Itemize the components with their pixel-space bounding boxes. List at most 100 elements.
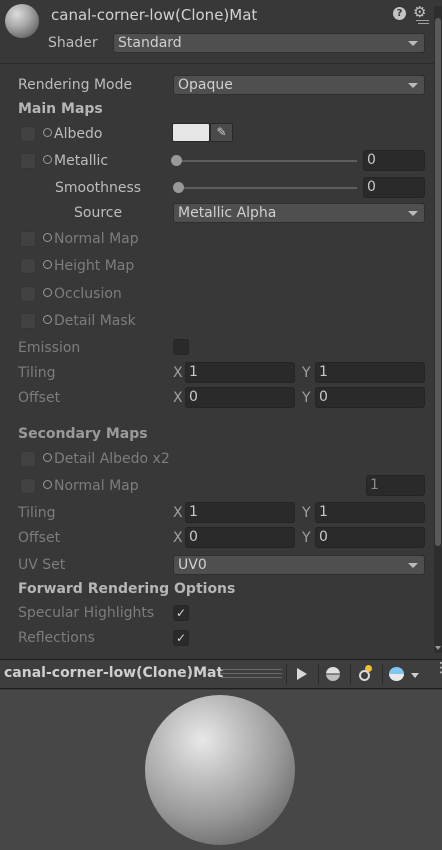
normal-map-texture-slot[interactable] (20, 231, 36, 247)
chevron-down-icon (408, 211, 418, 216)
sphere-shape-icon (326, 667, 340, 681)
skybox-icon (389, 667, 404, 681)
help-icon[interactable]: ? (393, 7, 406, 20)
offset-y-label: Y (302, 390, 311, 406)
source-value: Metallic Alpha (178, 205, 277, 221)
more-options-icon[interactable] (416, 20, 432, 28)
preview-more-menu-icon[interactable]: ⋮ (434, 661, 442, 683)
chevron-down-icon (408, 83, 418, 88)
emission-checkbox[interactable] (173, 339, 189, 355)
preview-lighting-button[interactable] (350, 664, 380, 684)
texture-picker-icon (43, 155, 52, 164)
height-map-label[interactable]: Height Map (43, 258, 134, 274)
eyedropper-icon[interactable]: ✎ (210, 123, 233, 142)
secondary-tiling-x-field[interactable]: 1 (185, 502, 295, 523)
secondary-normal-map-texture-slot[interactable] (20, 478, 36, 494)
preview-title: canal-corner-low(Clone)Mat (4, 665, 224, 681)
detail-mask-texture-slot[interactable] (20, 313, 36, 329)
secondary-offset-x-field[interactable]: 0 (185, 527, 295, 548)
chevron-down-icon (408, 563, 418, 568)
light-sphere-icon (359, 670, 370, 681)
source-label: Source (74, 205, 123, 221)
offset-label: Offset (18, 390, 61, 406)
gear-icon[interactable]: ⚙ (413, 4, 426, 21)
shader-label: Shader (48, 35, 98, 51)
secondary-offset-label: Offset (18, 530, 61, 546)
header-divider (0, 63, 434, 64)
secondary-tiling-y-label: Y (302, 505, 311, 521)
texture-picker-icon (43, 315, 52, 324)
smoothness-value-field[interactable]: 0 (363, 177, 425, 198)
rendering-mode-dropdown[interactable]: Opaque (173, 75, 425, 95)
offset-y-field[interactable]: 0 (315, 387, 425, 408)
detail-albedo-texture-slot[interactable] (20, 451, 36, 467)
material-title: canal-corner-low(Clone)Mat (51, 6, 258, 24)
tiling-x-label: X (173, 365, 183, 381)
texture-picker-icon (43, 453, 52, 462)
scroll-down-arrow[interactable] (435, 646, 441, 650)
play-button[interactable] (286, 664, 316, 684)
material-thumbnail (5, 4, 39, 38)
tiling-label: Tiling (18, 365, 56, 381)
texture-picker-icon (43, 480, 52, 489)
material-preview-sphere[interactable] (145, 695, 295, 845)
preview-background-button[interactable] (382, 664, 424, 684)
reflections-label: Reflections (18, 630, 95, 646)
secondary-maps-header: Secondary Maps (18, 426, 148, 442)
metallic-slider-handle[interactable] (171, 155, 182, 166)
metallic-texture-slot[interactable] (20, 153, 36, 169)
uv-set-label: UV Set (18, 557, 66, 573)
texture-picker-icon (43, 288, 52, 297)
detail-albedo-label[interactable]: Detail Albedo x2 (43, 451, 170, 467)
tiling-y-field[interactable]: 1 (315, 362, 425, 383)
secondary-offset-y-label: Y (302, 530, 311, 546)
uv-set-value: UV0 (178, 557, 207, 573)
texture-picker-icon (43, 260, 52, 269)
rendering-mode-value: Opaque (178, 77, 233, 93)
secondary-normal-map-label[interactable]: Normal Map (43, 478, 139, 494)
metallic-label[interactable]: Metallic (43, 153, 108, 169)
specular-highlights-label: Specular Highlights (18, 605, 155, 621)
texture-picker-icon (43, 233, 52, 242)
occlusion-texture-slot[interactable] (20, 286, 36, 302)
texture-picker-icon (43, 128, 52, 137)
albedo-label[interactable]: Albedo (43, 126, 102, 142)
scrollbar-thumb[interactable] (435, 18, 441, 546)
secondary-offset-y-field[interactable]: 0 (315, 527, 425, 548)
offset-x-label: X (173, 390, 183, 406)
smoothness-label: Smoothness (55, 180, 142, 196)
main-maps-header: Main Maps (18, 101, 103, 117)
specular-highlights-checkbox[interactable]: ✓ (173, 605, 189, 621)
uv-set-dropdown[interactable]: UV0 (173, 555, 425, 575)
shader-value: Standard (118, 35, 182, 51)
secondary-tiling-y-field[interactable]: 1 (315, 502, 425, 523)
smoothness-slider-track[interactable] (177, 187, 357, 189)
metallic-slider-track[interactable] (175, 160, 357, 162)
secondary-tiling-x-label: X (173, 505, 183, 521)
rendering-mode-label: Rendering Mode (18, 77, 133, 93)
emission-label: Emission (18, 340, 81, 356)
normal-map-label[interactable]: Normal Map (43, 231, 139, 247)
shader-dropdown[interactable]: Standard (113, 33, 425, 53)
height-map-texture-slot[interactable] (20, 258, 36, 274)
preview-drag-handle[interactable] (221, 669, 282, 678)
secondary-normal-scale-field[interactable]: 1 (366, 475, 425, 496)
chevron-down-icon (411, 673, 419, 678)
chevron-down-icon (408, 41, 418, 46)
occlusion-label[interactable]: Occlusion (43, 286, 122, 302)
play-icon (297, 668, 307, 680)
detail-mask-label[interactable]: Detail Mask (43, 313, 136, 329)
tiling-y-label: Y (302, 365, 311, 381)
secondary-tiling-label: Tiling (18, 505, 56, 521)
forward-rendering-header: Forward Rendering Options (18, 581, 236, 597)
offset-x-field[interactable]: 0 (185, 387, 295, 408)
reflections-checkbox[interactable]: ✓ (173, 630, 189, 646)
albedo-texture-slot[interactable] (20, 126, 36, 142)
preview-shape-button[interactable] (318, 664, 348, 684)
tiling-x-field[interactable]: 1 (185, 362, 295, 383)
albedo-color-swatch[interactable] (172, 123, 210, 142)
smoothness-slider-handle[interactable] (173, 182, 184, 193)
metallic-value-field[interactable]: 0 (363, 150, 425, 171)
secondary-offset-x-label: X (173, 530, 183, 546)
source-dropdown[interactable]: Metallic Alpha (173, 203, 425, 223)
